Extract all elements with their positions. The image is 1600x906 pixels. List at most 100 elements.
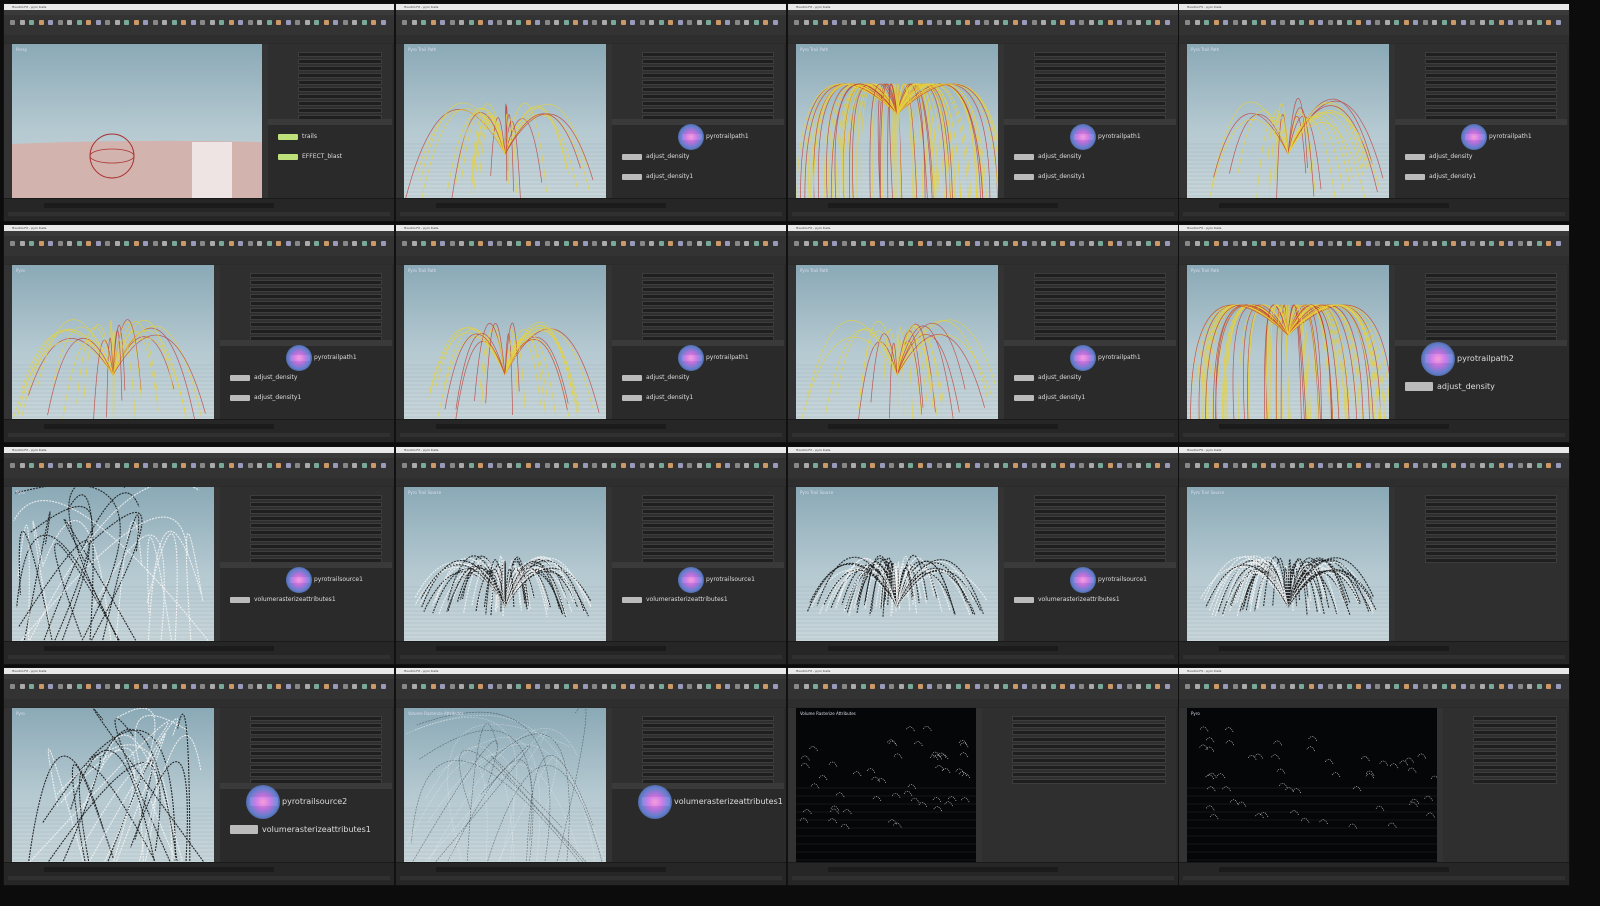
- shelf-tool-icon[interactable]: [725, 20, 730, 25]
- shelf-tool-icon[interactable]: [247, 241, 253, 246]
- shelf-tool-icon[interactable]: [1508, 463, 1513, 468]
- shelf-tool-icon[interactable]: [841, 684, 847, 689]
- shelf-tool-icon[interactable]: [1356, 463, 1361, 468]
- shelf-tool-icon[interactable]: [1308, 241, 1314, 246]
- shelf-tool-icon[interactable]: [1145, 684, 1151, 689]
- parameter-field[interactable]: [250, 287, 382, 292]
- network-node[interactable]: volumerasterizeattributes1: [1014, 596, 1120, 603]
- shelf-tool-icon[interactable]: [965, 684, 970, 689]
- shelf-tool-icon[interactable]: [1289, 241, 1295, 246]
- viewport-3d[interactable]: Pyro: [12, 265, 214, 421]
- shelf-tool-icon[interactable]: [946, 684, 951, 689]
- pane-tabs[interactable]: [1179, 699, 1569, 707]
- shelf-tool-icon[interactable]: [1299, 463, 1304, 468]
- viewport-toolbar[interactable]: [788, 708, 796, 868]
- shelf-tool-icon[interactable]: [822, 463, 828, 468]
- shelf-tool-icon[interactable]: [1289, 20, 1295, 25]
- shelf-tool-icon[interactable]: [380, 241, 386, 246]
- playback-bar[interactable]: [8, 876, 390, 880]
- timeline-slider[interactable]: [828, 424, 1058, 429]
- shelf-tool-icon[interactable]: [1527, 684, 1532, 689]
- parameter-field[interactable]: [298, 101, 382, 106]
- shelf-tool-icon[interactable]: [753, 684, 759, 689]
- parameter-field[interactable]: [1034, 87, 1166, 92]
- shelf-tool-icon[interactable]: [468, 20, 474, 25]
- shelf-tool-icon[interactable]: [725, 463, 730, 468]
- shelf-tool-icon[interactable]: [1403, 241, 1409, 246]
- shelf-tool-icon[interactable]: [1356, 20, 1361, 25]
- shelf-tool-icon[interactable]: [1508, 241, 1513, 246]
- parameter-field[interactable]: [642, 516, 774, 521]
- parameter-field[interactable]: [642, 273, 774, 278]
- shelf-tool-icon[interactable]: [639, 463, 645, 468]
- parameter-field[interactable]: [1425, 315, 1557, 320]
- shelf-tool-icon[interactable]: [238, 241, 243, 246]
- shelf-tool-icon[interactable]: [76, 463, 82, 468]
- network-node[interactable]: pyrotrailpath2: [1421, 342, 1514, 376]
- parameter-field[interactable]: [642, 73, 774, 78]
- timeline-slider[interactable]: [436, 646, 666, 651]
- shelf-tool-icon[interactable]: [772, 241, 778, 246]
- shelf-tool-icon[interactable]: [1422, 20, 1428, 25]
- shelf-tool-icon[interactable]: [506, 20, 512, 25]
- shelf-tool-icon[interactable]: [917, 463, 923, 468]
- timeline[interactable]: [4, 641, 394, 664]
- shelf-tool-icon[interactable]: [181, 20, 186, 25]
- timeline[interactable]: [1179, 641, 1569, 664]
- shelf-tool-icon[interactable]: [238, 20, 243, 25]
- shelf-tool-icon[interactable]: [1213, 463, 1219, 468]
- shelf-tool-icon[interactable]: [333, 241, 338, 246]
- shelf-tool-icon[interactable]: [219, 463, 224, 468]
- shelf-tool-icon[interactable]: [181, 684, 186, 689]
- parameter-field[interactable]: [250, 530, 382, 535]
- shelf-tool-icon[interactable]: [152, 463, 158, 468]
- parameter-field[interactable]: [1425, 94, 1557, 99]
- shelf-tool-icon[interactable]: [1527, 241, 1532, 246]
- viewport-toolbar[interactable]: [1179, 44, 1187, 204]
- shelf-tool-icon[interactable]: [696, 463, 702, 468]
- network-node[interactable]: trails: [278, 133, 317, 140]
- shelf-tool-icon[interactable]: [314, 20, 319, 25]
- parameter-pane[interactable]: [1443, 708, 1567, 866]
- shelf-tool-icon[interactable]: [516, 20, 521, 25]
- shelf-tool-icon[interactable]: [171, 463, 177, 468]
- shelf-toolbar[interactable]: [396, 458, 786, 479]
- shelf-tool-icon[interactable]: [1069, 20, 1075, 25]
- shelf-tool-icon[interactable]: [459, 20, 464, 25]
- parameter-field[interactable]: [1425, 329, 1557, 334]
- shelf-tool-icon[interactable]: [285, 684, 291, 689]
- shelf-tool-icon[interactable]: [238, 463, 243, 468]
- shelf-tool-icon[interactable]: [936, 20, 942, 25]
- shelf-tool-icon[interactable]: [1489, 463, 1494, 468]
- parameter-field[interactable]: [298, 108, 382, 113]
- shelf-tool-icon[interactable]: [1536, 684, 1542, 689]
- shelf-tool-icon[interactable]: [772, 684, 778, 689]
- parameter-field[interactable]: [642, 94, 774, 99]
- shelf-tool-icon[interactable]: [658, 463, 664, 468]
- shelf-tool-icon[interactable]: [1223, 241, 1228, 246]
- shelf-tool-icon[interactable]: [478, 684, 483, 689]
- network-node[interactable]: pyrotrailsource1: [1070, 567, 1147, 593]
- timeline[interactable]: [788, 641, 1178, 664]
- shelf-tool-icon[interactable]: [459, 684, 464, 689]
- parameter-field[interactable]: [642, 52, 774, 57]
- shelf-tool-icon[interactable]: [1346, 20, 1352, 25]
- shelf-tool-icon[interactable]: [371, 684, 376, 689]
- shelf-tool-icon[interactable]: [696, 20, 702, 25]
- shelf-tool-icon[interactable]: [1022, 463, 1027, 468]
- shelf-tool-icon[interactable]: [1060, 463, 1065, 468]
- shelf-tool-icon[interactable]: [478, 241, 483, 246]
- shelf-tool-icon[interactable]: [744, 20, 749, 25]
- shelf-tool-icon[interactable]: [421, 20, 426, 25]
- shelf-tool-icon[interactable]: [114, 684, 120, 689]
- parameter-field[interactable]: [250, 301, 382, 306]
- shelf-tool-icon[interactable]: [917, 241, 923, 246]
- shelf-tool-icon[interactable]: [851, 20, 856, 25]
- timeline[interactable]: [1179, 419, 1569, 442]
- shelf-tool-icon[interactable]: [1432, 241, 1437, 246]
- shelf-tool-icon[interactable]: [1185, 241, 1190, 246]
- parameter-field[interactable]: [642, 523, 774, 528]
- network-node[interactable]: adjust_density: [622, 374, 689, 381]
- shelf-tool-icon[interactable]: [822, 20, 828, 25]
- playback-bar[interactable]: [1183, 655, 1565, 659]
